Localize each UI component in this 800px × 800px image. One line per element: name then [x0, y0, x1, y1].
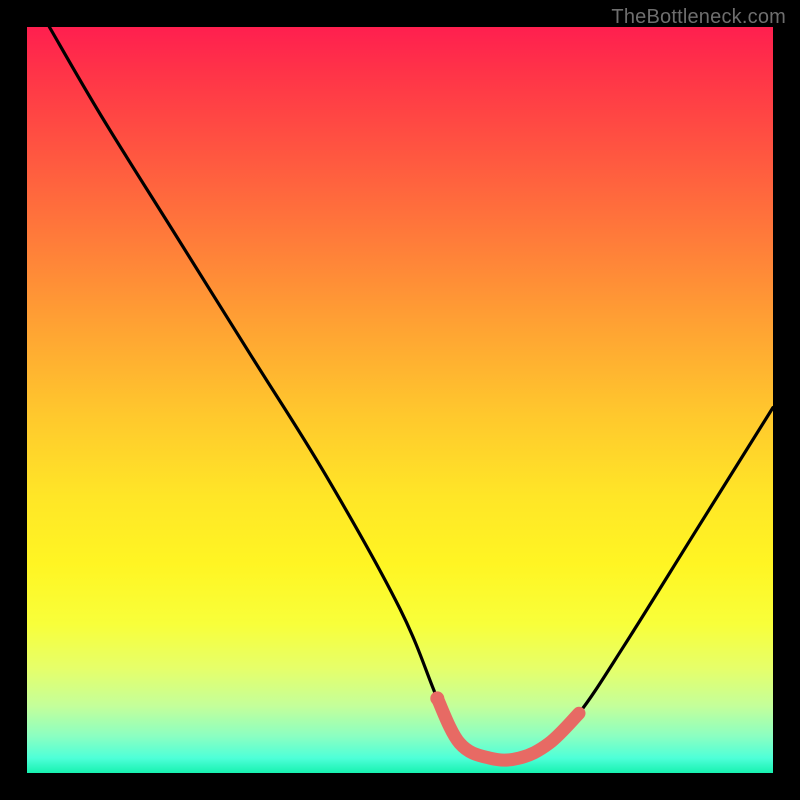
chart-frame: TheBottleneck.com: [0, 0, 800, 800]
curve-path: [49, 27, 773, 760]
highlight-start-dot: [430, 691, 444, 705]
watermark-text: TheBottleneck.com: [611, 6, 786, 29]
optimal-region-highlight: [437, 698, 579, 760]
bottleneck-curve: [27, 27, 773, 773]
